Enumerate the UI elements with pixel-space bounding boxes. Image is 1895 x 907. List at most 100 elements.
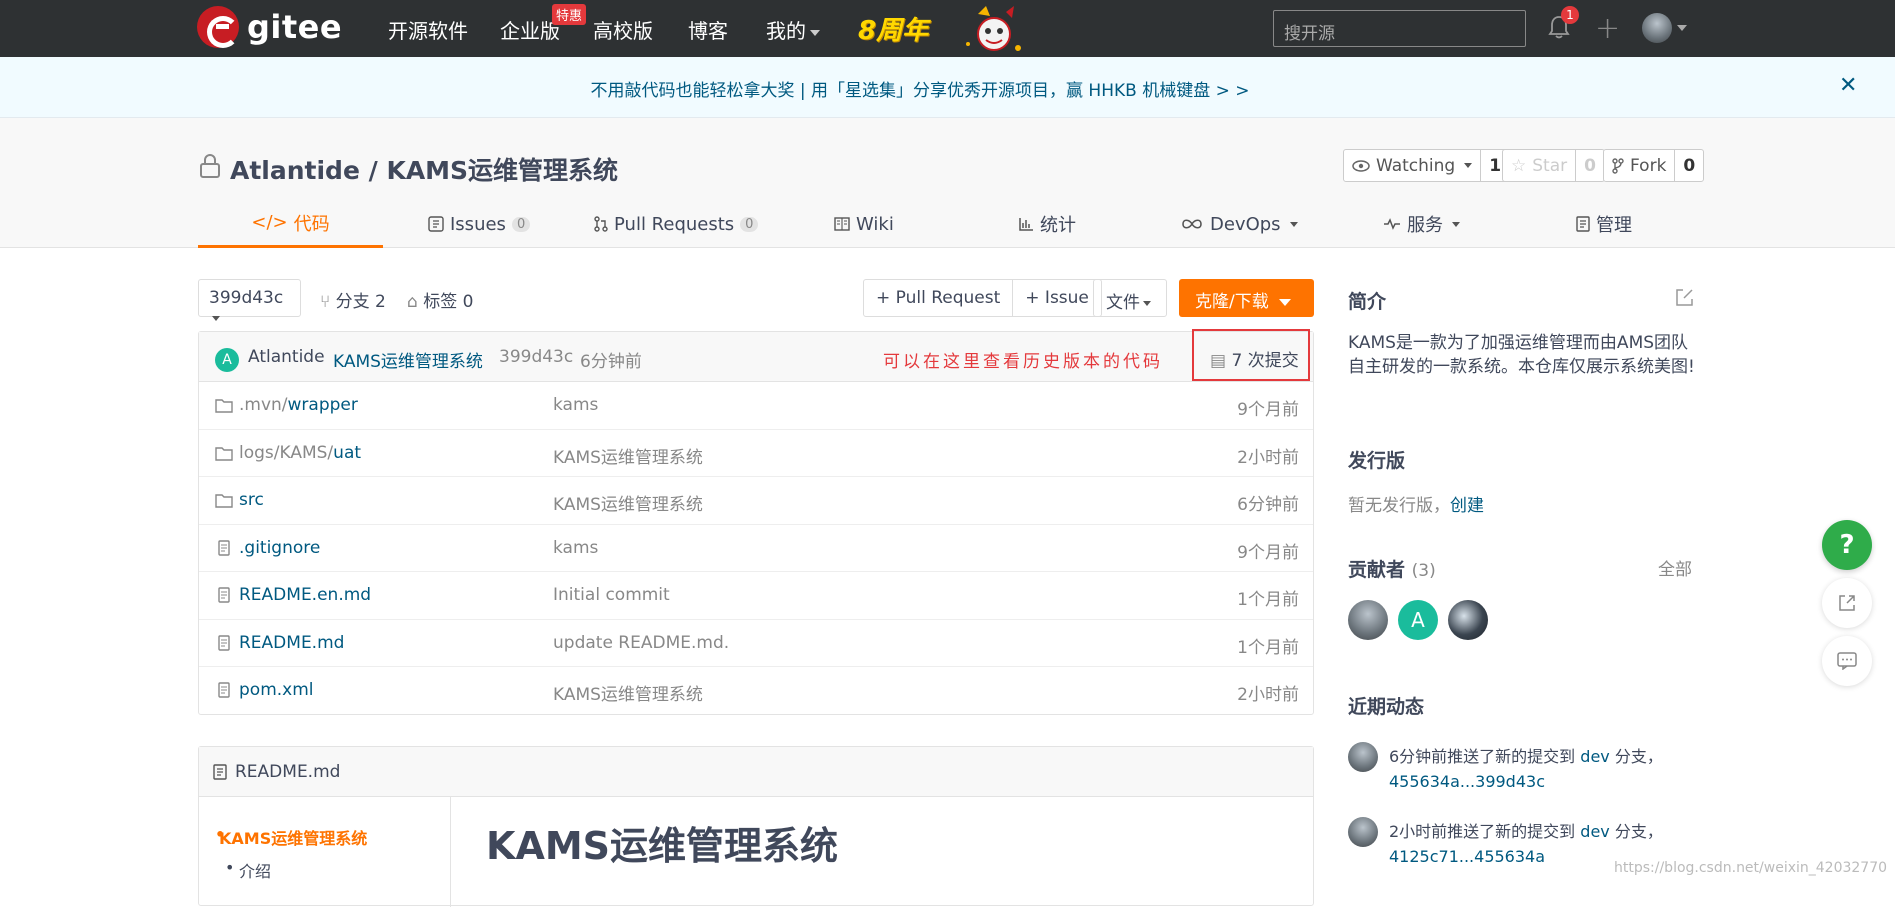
nav-blog[interactable]: 博客: [688, 15, 728, 44]
fork-button[interactable]: Fork 0: [1603, 149, 1705, 182]
branches-link[interactable]: ⑂ 分支 2: [320, 287, 386, 312]
activity-text: 6分钟前推送了新的提交到: [1389, 747, 1581, 766]
table-row[interactable]: README.md update README.md. 1个月前: [199, 620, 1313, 667]
chevron-down-icon: [212, 315, 220, 321]
file-commit-message[interactable]: KAMS运维管理系统: [553, 443, 703, 468]
commit-message[interactable]: KAMS运维管理系统: [333, 347, 483, 372]
user-avatar[interactable]: [1642, 13, 1672, 43]
tab-stats[interactable]: 统计: [1018, 200, 1076, 248]
search-input[interactable]: 搜开源: [1273, 10, 1526, 47]
table-row[interactable]: .gitignore kams 9个月前: [199, 525, 1313, 572]
file-commit-message[interactable]: Initial commit: [553, 585, 670, 605]
file-menu-button[interactable]: 文件: [1093, 279, 1167, 317]
new-pull-request-button[interactable]: + Pull Request: [864, 280, 1012, 316]
plus-icon[interactable]: +: [1595, 11, 1620, 46]
intro-title: 简介: [1348, 291, 1387, 313]
path-name: pom.xml: [239, 680, 314, 700]
branches-label: 分支 2: [335, 292, 386, 312]
watch-button[interactable]: Watching 1: [1343, 149, 1511, 182]
file-icon: [218, 634, 230, 651]
star-button[interactable]: ☆ Star 0: [1502, 149, 1605, 182]
contrib-all-link[interactable]: 全部: [1658, 555, 1692, 580]
nav-enterprise[interactable]: 企业版: [500, 15, 560, 44]
file-name[interactable]: README.md: [239, 633, 344, 653]
file-name[interactable]: .gitignore: [239, 538, 320, 558]
star-count[interactable]: 0: [1575, 150, 1604, 181]
commit-history-link[interactable]: ▤ 7 次提交: [1192, 329, 1310, 381]
share-button[interactable]: [1822, 578, 1872, 628]
table-row[interactable]: src KAMS运维管理系统 6分钟前: [199, 477, 1313, 525]
nav-education[interactable]: 高校版: [593, 15, 653, 44]
file-commit-message[interactable]: KAMS运维管理系统: [553, 680, 703, 705]
contributor-avatar[interactable]: A: [1398, 600, 1438, 640]
gitee-logo[interactable]: gitee: [197, 6, 342, 48]
tab-devops[interactable]: DevOps: [1180, 200, 1298, 248]
table-row[interactable]: pom.xml KAMS运维管理系统 2小时前: [199, 667, 1313, 715]
file-name[interactable]: src: [239, 490, 264, 510]
repo-title[interactable]: Atlantide / KAMS运维管理系统: [230, 151, 618, 187]
chevron-down-icon: [1677, 25, 1687, 31]
contributor-avatar[interactable]: [1348, 600, 1388, 640]
chevron-down-icon: [1289, 221, 1298, 227]
tags-link[interactable]: ⌂ 标签 0: [407, 287, 473, 312]
tab-code[interactable]: </> 代码: [198, 200, 383, 248]
contributor-avatar[interactable]: [1448, 600, 1488, 640]
commit-author[interactable]: Atlantide: [248, 347, 325, 367]
mascot-icon: [966, 6, 1021, 51]
activity-text: 2小时前推送了新的提交到: [1389, 822, 1581, 841]
eye-icon: [1352, 159, 1370, 172]
new-issue-button[interactable]: + Issue: [1012, 280, 1101, 316]
commit-range-link[interactable]: 455634a...399d43c: [1389, 772, 1545, 791]
branch-link[interactable]: dev: [1580, 822, 1609, 841]
readme-header: README.md: [199, 747, 1313, 797]
branch-link[interactable]: dev: [1580, 747, 1609, 766]
tab-manage[interactable]: 管理: [1576, 200, 1632, 248]
anniversary-banner[interactable]: 8周年: [858, 4, 1048, 62]
file-time: 9个月前: [1237, 542, 1299, 563]
table-row[interactable]: logs/KAMS/uat KAMS运维管理系统 2小时前: [199, 430, 1313, 477]
annotation-note: 可以在这里查看历史版本的代码: [883, 352, 1163, 372]
file-commit-message[interactable]: kams: [553, 538, 598, 558]
nav-open-source[interactable]: 开源软件: [388, 15, 468, 44]
tab-label: 代码: [293, 213, 330, 235]
fork-count[interactable]: 0: [1674, 150, 1703, 181]
file-name[interactable]: .mvn/wrapper: [239, 395, 358, 415]
file-commit-message[interactable]: KAMS运维管理系统: [553, 490, 703, 515]
chevron-down-icon: [1278, 298, 1291, 306]
folder-icon: [215, 494, 233, 508]
commit-hash[interactable]: 399d43c: [499, 347, 573, 367]
promo-badge: 特惠: [552, 4, 587, 25]
table-row[interactable]: README.en.md Initial commit 1个月前: [199, 572, 1313, 620]
activity-avatar[interactable]: [1348, 817, 1378, 847]
file-name[interactable]: pom.xml: [239, 680, 314, 700]
toc-item[interactable]: 介绍: [225, 858, 271, 882]
activity-avatar[interactable]: [1348, 742, 1378, 772]
readme-heading: KAMS运维管理系统: [486, 824, 839, 868]
edit-icon[interactable]: [1675, 288, 1694, 307]
contrib-title-label: 贡献者: [1348, 559, 1406, 581]
author-avatar[interactable]: A: [215, 348, 239, 372]
toc-item[interactable]: KAMS运维管理系统: [215, 825, 367, 849]
table-row[interactable]: .mvn/wrapper kams 9个月前: [199, 382, 1313, 430]
tab-issues[interactable]: Issues 0: [428, 200, 531, 248]
clone-download-button[interactable]: 克隆/下载: [1179, 279, 1314, 317]
nav-mine[interactable]: 我的: [766, 15, 820, 44]
banner-link[interactable]: 不用敲代码也能轻松拿大奖 | 用「星选集」分享优秀开源项目，赢 HHKB 机械键…: [0, 76, 1840, 101]
file-name[interactable]: logs/KAMS/uat: [239, 443, 361, 463]
contrib-count: (3): [1411, 561, 1436, 581]
tab-label: 服务: [1407, 215, 1443, 236]
create-release-link[interactable]: 创建: [1450, 496, 1484, 516]
tab-wiki[interactable]: Wiki: [834, 200, 894, 248]
chat-button[interactable]: [1822, 636, 1872, 686]
close-icon[interactable]: ✕: [1839, 73, 1857, 98]
tab-pull-requests[interactable]: Pull Requests 0: [594, 200, 759, 248]
file-commit-message[interactable]: kams: [553, 395, 598, 415]
tags-label: 标签 0: [423, 292, 474, 312]
file-name[interactable]: README.en.md: [239, 585, 371, 605]
commit-range-link[interactable]: 4125c71...455634a: [1389, 847, 1545, 866]
tab-services[interactable]: 服务: [1383, 200, 1460, 248]
help-button[interactable]: ?: [1822, 520, 1872, 570]
file-commit-message[interactable]: update README.md.: [553, 633, 729, 653]
repo-tabs: </> 代码 Issues 0 Pull Requests 0 Wiki 统计 Dev…: [198, 200, 1698, 248]
branch-select[interactable]: 399d43c: [198, 279, 301, 321]
